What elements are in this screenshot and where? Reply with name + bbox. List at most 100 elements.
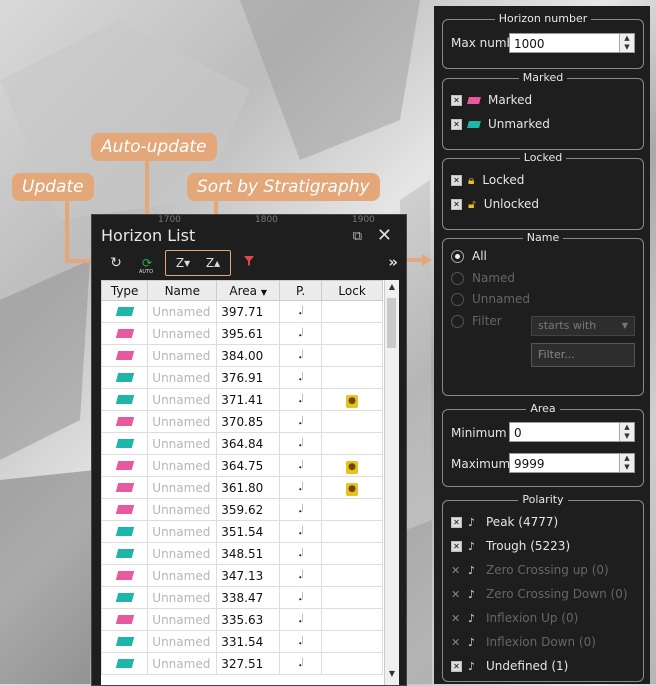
name-cell[interactable]: Unnamed <box>147 454 218 477</box>
polarity-filter-row[interactable]: ✕ ♪ Zero Crossing up (0) <box>451 563 609 577</box>
name-option-filter[interactable]: Filter <box>451 314 502 328</box>
unlocked-filter-row[interactable]: ✕ 🔓︎ Unlocked <box>451 197 539 212</box>
table-row[interactable]: Unnamed 338.47 𝆺𝅥 <box>101 586 383 609</box>
table-row[interactable]: Unnamed 361.80 𝆺𝅥 ● <box>101 476 383 499</box>
name-cell[interactable]: Unnamed <box>147 652 218 675</box>
popout-icon[interactable]: ⧉ <box>353 229 362 244</box>
name-cell[interactable]: Unnamed <box>147 564 218 587</box>
polarity-filter-row[interactable]: ✕ ♪ Inflexion Down (0) <box>451 635 596 649</box>
spin-arrows-icon[interactable]: ▲ ▼ <box>619 34 634 52</box>
lock-cell[interactable] <box>321 652 383 675</box>
table-row[interactable]: Unnamed 335.63 𝆺𝅥 <box>101 608 383 631</box>
name-cell[interactable]: Unnamed <box>147 542 218 565</box>
marked-filter-row[interactable]: ✕ Marked <box>451 93 532 107</box>
unmarked-filter-row[interactable]: ✕ Unmarked <box>451 117 550 131</box>
table-row[interactable]: Unnamed 397.71 𝆺𝅥 <box>101 300 383 323</box>
scroll-down-arrow[interactable]: ▼ <box>385 669 399 683</box>
table-row[interactable]: Unnamed 348.51 𝆺𝅥 <box>101 542 383 565</box>
lock-cell[interactable]: ● <box>321 454 383 477</box>
name-option-all[interactable]: All <box>451 249 487 263</box>
name-cell[interactable]: Unnamed <box>147 300 218 323</box>
column-header-type[interactable]: Type <box>101 280 149 301</box>
name-cell[interactable]: Unnamed <box>147 476 218 499</box>
lock-cell[interactable] <box>321 498 383 521</box>
table-row[interactable]: Unnamed 351.54 𝆺𝅥 <box>101 520 383 543</box>
name-cell[interactable]: Unnamed <box>147 388 218 411</box>
area-max-spinbox[interactable]: 9999 ▲ ▼ <box>509 453 635 473</box>
name-cell[interactable]: Unnamed <box>147 498 218 521</box>
name-cell[interactable]: Unnamed <box>147 344 218 367</box>
radio-selected-icon[interactable] <box>451 250 464 263</box>
locked-filter-row[interactable]: ✕ 🔒︎ Locked <box>451 173 524 188</box>
table-row[interactable]: Unnamed 327.51 𝆺𝅥 <box>101 652 383 675</box>
polarity-filter-row[interactable]: ✕ ♪ Zero Crossing Down (0) <box>451 587 628 601</box>
checkbox-icon[interactable]: ✕ <box>451 119 462 130</box>
radio-icon[interactable] <box>451 293 464 306</box>
max-number-spinbox[interactable]: 1000 ▲ ▼ <box>509 33 635 53</box>
column-header-polarity[interactable]: P. <box>279 280 323 301</box>
name-cell[interactable]: Unnamed <box>147 322 218 345</box>
auto-update-button[interactable]: ⟳ AUTO <box>135 253 159 275</box>
radio-icon[interactable] <box>451 315 464 328</box>
table-row[interactable]: Unnamed 384.00 𝆺𝅥 <box>101 344 383 367</box>
area-min-spinbox[interactable]: 0 ▲ ▼ <box>509 422 635 442</box>
column-header-name[interactable]: Name <box>147 280 218 301</box>
lock-cell[interactable] <box>321 608 383 631</box>
checkbox-icon[interactable]: ✕ <box>451 199 462 210</box>
sort-down-button[interactable]: Z▾ <box>171 253 195 273</box>
polarity-filter-row[interactable]: ✕ ♪ Trough (5223) <box>451 539 570 553</box>
close-icon[interactable]: ✕ <box>377 225 392 246</box>
table-row[interactable]: Unnamed 370.85 𝆺𝅥 <box>101 410 383 433</box>
checkbox-icon[interactable]: ✕ <box>451 95 462 106</box>
refresh-icon[interactable]: ↻ <box>107 253 125 273</box>
sort-up-button[interactable]: Z▴ <box>201 253 225 273</box>
checkbox-icon[interactable]: ✕ <box>451 661 462 672</box>
vertical-scrollbar[interactable]: ▲ ▼ <box>384 280 399 685</box>
radio-icon[interactable] <box>451 272 464 285</box>
filter-clear-icon[interactable] <box>241 253 257 273</box>
name-option-named[interactable]: Named <box>451 271 515 285</box>
table-row[interactable]: Unnamed 371.41 𝆺𝅥 ● <box>101 388 383 411</box>
lock-cell[interactable] <box>321 322 383 345</box>
spin-arrows-icon[interactable]: ▲ ▼ <box>619 454 634 472</box>
table-row[interactable]: Unnamed 347.13 𝆺𝅥 <box>101 564 383 587</box>
name-filter-input[interactable]: Filter... <box>531 343 635 367</box>
checkbox-icon[interactable]: ✕ <box>451 517 462 528</box>
lock-cell[interactable] <box>321 410 383 433</box>
scroll-up-arrow[interactable]: ▲ <box>385 282 399 296</box>
lock-cell[interactable] <box>321 564 383 587</box>
name-cell[interactable]: Unnamed <box>147 366 218 389</box>
lock-cell[interactable] <box>321 432 383 455</box>
polarity-filter-row[interactable]: ✕ ♪ Peak (4777) <box>451 515 558 529</box>
lock-cell[interactable] <box>321 300 383 323</box>
lock-cell[interactable] <box>321 366 383 389</box>
checkbox-icon[interactable]: ✕ <box>451 541 462 552</box>
lock-cell[interactable] <box>321 344 383 367</box>
column-header-lock[interactable]: Lock <box>321 280 383 301</box>
name-cell[interactable]: Unnamed <box>147 410 218 433</box>
name-cell[interactable]: Unnamed <box>147 432 218 455</box>
table-row[interactable]: Unnamed 395.61 𝆺𝅥 <box>101 322 383 345</box>
polarity-filter-row[interactable]: ✕ ♪ Inflexion Up (0) <box>451 611 578 625</box>
lock-cell[interactable] <box>321 630 383 653</box>
lock-cell[interactable] <box>321 520 383 543</box>
name-cell[interactable]: Unnamed <box>147 520 218 543</box>
name-cell[interactable]: Unnamed <box>147 608 218 631</box>
lock-cell[interactable]: ● <box>321 476 383 499</box>
match-mode-select[interactable]: starts with ▼ <box>531 316 635 336</box>
spin-arrows-icon[interactable]: ▲ ▼ <box>619 423 634 441</box>
table-row[interactable]: Unnamed 359.62 𝆺𝅥 <box>101 498 383 521</box>
table-row[interactable]: Unnamed 331.54 𝆺𝅥 <box>101 630 383 653</box>
table-row[interactable]: Unnamed 376.91 𝆺𝅥 <box>101 366 383 389</box>
name-option-unnamed[interactable]: Unnamed <box>451 292 530 306</box>
polarity-filter-row[interactable]: ✕ ♪ Undefined (1) <box>451 659 568 673</box>
scroll-thumb[interactable] <box>387 298 396 348</box>
column-header-area[interactable]: Area ▼ <box>216 280 281 301</box>
checkbox-icon[interactable]: ✕ <box>451 175 462 186</box>
name-cell[interactable]: Unnamed <box>147 630 218 653</box>
lock-cell[interactable] <box>321 586 383 609</box>
table-row[interactable]: Unnamed 364.84 𝆺𝅥 <box>101 432 383 455</box>
lock-cell[interactable]: ● <box>321 388 383 411</box>
table-row[interactable]: Unnamed 364.75 𝆺𝅥 ● <box>101 454 383 477</box>
name-cell[interactable]: Unnamed <box>147 586 218 609</box>
